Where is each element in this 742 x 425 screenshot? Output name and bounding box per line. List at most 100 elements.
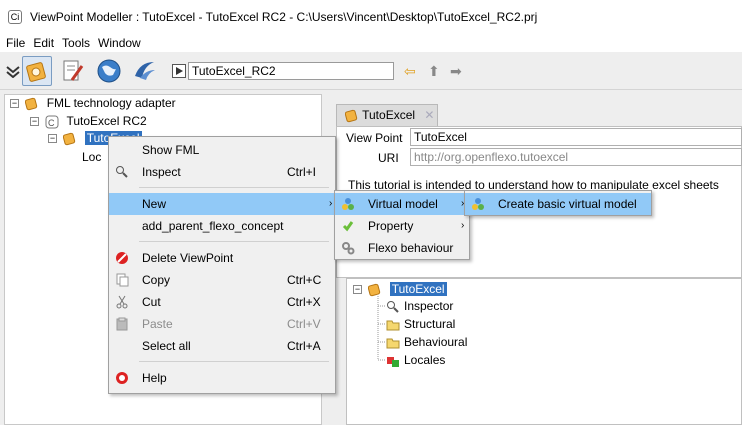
delete-icon [116, 252, 128, 264]
lower-tree-behavioural[interactable]: Behavioural [386, 334, 467, 350]
lower-tree-inspector[interactable]: Inspector [386, 298, 453, 314]
resource-center-icon: C [45, 115, 59, 129]
menu-item-label: Copy [142, 273, 171, 287]
tab-tutoexcel[interactable]: TutoExcel ✕ [336, 104, 438, 126]
cut-icon [116, 295, 128, 309]
help-icon [116, 372, 128, 384]
copy-icon [116, 273, 129, 287]
collapse-icon[interactable]: − [353, 285, 362, 295]
locales-icon [387, 356, 399, 367]
forward-arrow-icon[interactable]: ➡ [450, 64, 462, 78]
openoffice-button[interactable] [130, 56, 160, 86]
menu-separator [139, 241, 329, 242]
tree-node-label: Behavioural [404, 335, 468, 349]
tree-node-root[interactable]: − FML technology adapter [10, 95, 176, 111]
menu-item-add-parent[interactable]: add_parent_flexo_concept [109, 215, 335, 237]
up-arrow-icon[interactable]: ⬆ [428, 64, 440, 78]
collapse-icon[interactable]: − [10, 99, 19, 109]
menu-item-copy[interactable]: Copy Ctrl+C [109, 269, 335, 291]
document-editor-icon [63, 60, 84, 81]
menu-item-shortcut: Ctrl+C [287, 273, 322, 287]
title-bar: Ci ViewPoint Modeller : TutoExcel - Tuto… [0, 0, 742, 34]
openoffice-gull-icon [135, 62, 155, 80]
tree-node-label: Inspector [404, 299, 454, 313]
menu-item-help[interactable]: Help [109, 367, 335, 389]
menu-window[interactable]: Window [98, 36, 141, 50]
menu-edit[interactable]: Edit [33, 36, 54, 50]
menu-item-shortcut: Ctrl+I [287, 165, 317, 179]
menu-bar: File Edit Tools Window [0, 34, 742, 52]
window-title: ViewPoint Modeller : TutoExcel - TutoExc… [30, 10, 538, 24]
tab-label: TutoExcel [362, 108, 416, 122]
menu-item-label: add_parent_flexo_concept [142, 219, 284, 233]
menu-item-show-fml[interactable]: Show FML [109, 139, 335, 161]
menu-item-new[interactable]: New › [109, 193, 335, 215]
tree-node-locales[interactable]: Loc [82, 149, 101, 165]
globe-button[interactable] [94, 56, 124, 86]
lower-tree-locales[interactable]: Locales [386, 352, 445, 368]
viewpoint-modeller-button[interactable] [22, 56, 52, 86]
new-submenu: Virtual model › Property › Flexo behavio… [334, 190, 470, 260]
submenu-arrow-icon: › [329, 198, 333, 209]
menu-item-label: Cut [142, 295, 161, 309]
menu-item-virtual-model[interactable]: Virtual model › [335, 193, 469, 215]
paste-icon [116, 317, 128, 331]
context-menu: Show FML Inspect Ctrl+I New › add_parent… [108, 136, 336, 394]
collapse-icon[interactable]: − [48, 134, 57, 144]
tree-node-label: Structural [404, 317, 456, 331]
play-icon [176, 67, 183, 75]
magnifier-icon [116, 166, 128, 178]
menu-item-paste[interactable]: Paste Ctrl+V [109, 313, 335, 335]
menu-item-cut[interactable]: Cut Ctrl+X [109, 291, 335, 313]
menu-item-create-basic-virtual-model[interactable]: Create basic virtual model [465, 193, 651, 215]
menu-item-property[interactable]: Property › [335, 215, 469, 237]
lower-tree-root[interactable]: − TutoExcel [353, 281, 447, 297]
viewpoint-icon [63, 132, 76, 146]
viewpoint-name-field[interactable]: TutoExcel [410, 128, 742, 146]
uri-label: URI [378, 151, 399, 165]
run-button[interactable] [172, 64, 186, 78]
menu-separator [139, 361, 329, 362]
menu-item-label: Virtual model [368, 197, 438, 211]
double-chevron-icon[interactable] [6, 66, 20, 78]
menu-item-label: Flexo behaviour [368, 241, 454, 255]
menu-tools[interactable]: Tools [62, 36, 90, 50]
tree-node-project[interactable]: − C TutoExcel RC2 [30, 113, 147, 129]
lower-tree-structural[interactable]: Structural [386, 316, 455, 332]
document-editor-button[interactable] [58, 56, 88, 86]
menu-item-select-all[interactable]: Select all Ctrl+A [109, 335, 335, 357]
close-icon[interactable]: ✕ [424, 108, 434, 122]
menu-item-inspect[interactable]: Inspect Ctrl+I [109, 161, 335, 183]
menu-item-label: Select all [142, 339, 191, 353]
menu-file[interactable]: File [6, 36, 25, 50]
menu-item-shortcut: Ctrl+A [287, 339, 321, 353]
back-arrow-icon[interactable]: ⇦ [404, 64, 416, 78]
tree-lines [377, 296, 385, 361]
viewpoint-icon [25, 97, 38, 111]
folder-icon [386, 338, 400, 349]
globe-icon [97, 59, 121, 83]
menu-item-label: Property [368, 219, 414, 233]
project-field[interactable]: TutoExcel_RC2 [188, 62, 394, 80]
magnifier-icon [387, 300, 399, 313]
svg-text:C: C [48, 118, 55, 128]
tree-node-label: Loc [82, 150, 102, 164]
menu-item-flexo-behaviour[interactable]: Flexo behaviour [335, 237, 469, 259]
virtual-model-icon [472, 198, 484, 210]
property-icon [342, 221, 354, 232]
menu-item-label: Help [142, 371, 167, 385]
menu-item-label: Create basic virtual model [498, 197, 637, 211]
tree-node-label: TutoExcel RC2 [66, 114, 147, 128]
menu-separator [139, 187, 329, 188]
tree-node-label: TutoExcel [389, 282, 447, 296]
viewpoint-icon [368, 283, 381, 297]
tree-node-label: FML technology adapter [46, 96, 176, 110]
uri-field[interactable]: http://org.openflexo.tutoexcel [410, 148, 742, 166]
folder-icon [386, 320, 400, 331]
menu-item-label: Paste [142, 317, 173, 331]
viewpoint-icon [345, 109, 358, 123]
virtual-model-icon [342, 198, 354, 210]
menu-item-label: Delete ViewPoint [142, 251, 234, 265]
menu-item-delete-viewpoint[interactable]: Delete ViewPoint [109, 247, 335, 269]
collapse-icon[interactable]: − [30, 117, 39, 127]
